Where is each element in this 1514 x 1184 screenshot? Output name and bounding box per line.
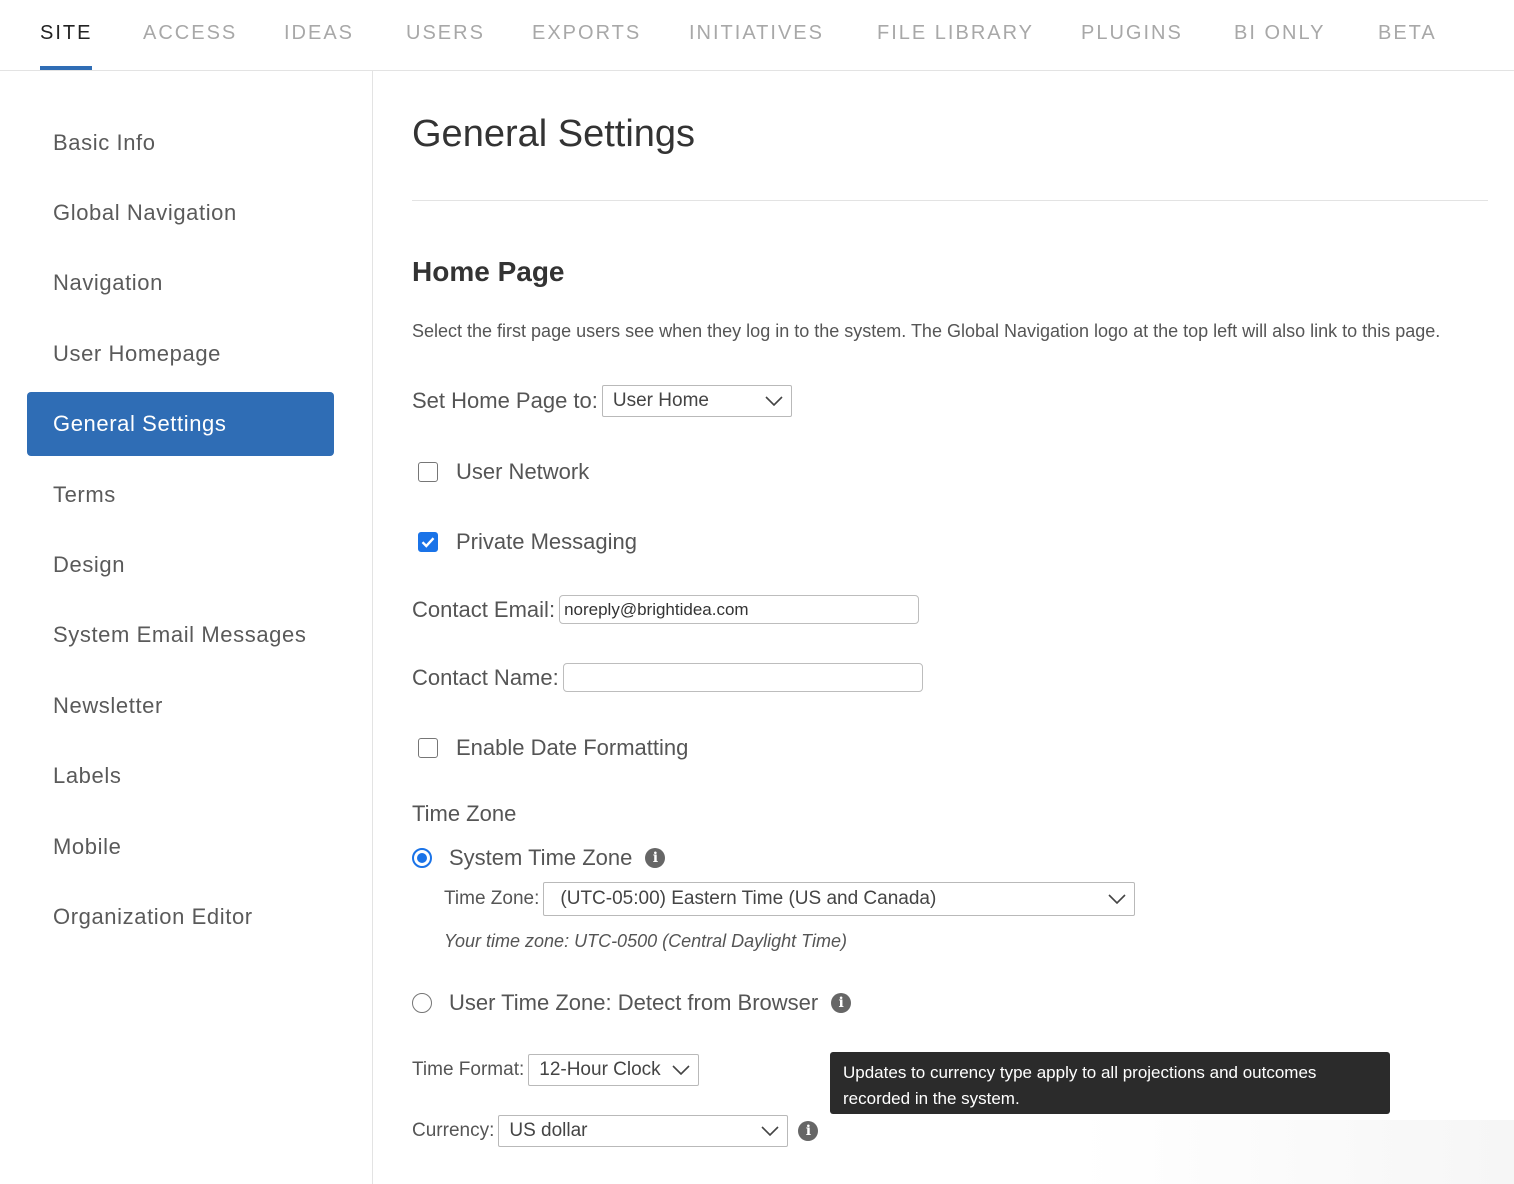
user-time-zone-label: User Time Zone: Detect from Browser <box>449 990 819 1015</box>
tab-beta[interactable]: BETA <box>1378 0 1437 70</box>
system-time-zone-label: System Time Zone <box>449 845 633 870</box>
date-formatting-row: Enable Date Formatting <box>412 735 688 761</box>
info-icon[interactable]: i <box>645 848 666 868</box>
sidebar-item-system-email-messages[interactable]: System Email Messages <box>27 603 334 667</box>
home-page-select[interactable]: User Home <box>601 385 792 417</box>
tab-exports[interactable]: EXPORTS <box>532 0 641 70</box>
your-time-zone-note: Your time zone: UTC-0500 (Central Daylig… <box>444 931 847 951</box>
info-icon[interactable]: i <box>798 1121 819 1141</box>
top-tab-bar: SITE ACCESS IDEAS USERS EXPORTS INITIATI… <box>0 0 1514 71</box>
currency-selected-value: US dollar <box>509 1120 588 1141</box>
chevron-down-icon <box>761 1116 779 1146</box>
sidebar-item-organization-editor[interactable]: Organization Editor <box>27 885 334 949</box>
home-page-description: Select the first page users see when the… <box>412 321 1441 341</box>
time-format-selected-value: 12-Hour Clock <box>539 1059 661 1080</box>
user-time-zone-radio[interactable] <box>412 993 432 1013</box>
private-messaging-checkbox[interactable] <box>418 532 438 552</box>
system-time-zone-radio[interactable] <box>412 848 432 868</box>
tab-access[interactable]: ACCESS <box>143 0 237 70</box>
checkmark-icon <box>421 536 434 548</box>
tab-plugins[interactable]: PLUGINS <box>1081 0 1183 70</box>
title-divider <box>412 200 1488 201</box>
tab-ideas[interactable]: IDEAS <box>284 0 354 70</box>
currency-tooltip: Updates to currency type apply to all pr… <box>830 1052 1390 1114</box>
time-zone-select-label: Time Zone: <box>444 888 540 909</box>
sidebar-item-basic-info[interactable]: Basic Info <box>27 111 334 175</box>
chevron-down-icon <box>1108 883 1126 915</box>
contact-name-label: Contact Name: <box>412 664 559 690</box>
contact-email-row: Contact Email: <box>412 595 920 624</box>
time-zone-selected-value: (UTC-05:00) Eastern Time (US and Canada) <box>560 888 937 909</box>
date-formatting-checkbox[interactable] <box>418 738 438 758</box>
page-title: General Settings <box>412 113 696 155</box>
home-page-label: Set Home Page to: <box>412 388 598 413</box>
tab-file-library[interactable]: FILE LIBRARY <box>877 0 1034 70</box>
contact-name-row: Contact Name: <box>412 663 923 692</box>
tab-site[interactable]: SITE <box>40 0 93 70</box>
sidebar-item-mobile[interactable]: Mobile <box>27 815 334 879</box>
section-title-home-page: Home Page <box>412 256 565 287</box>
tab-users[interactable]: USERS <box>406 0 485 70</box>
user-network-row: User Network <box>412 459 589 485</box>
contact-name-input[interactable] <box>562 663 923 692</box>
contact-email-label: Contact Email: <box>412 596 556 622</box>
home-page-row: Set Home Page to: User Home <box>412 385 792 417</box>
tab-initiatives[interactable]: INITIATIVES <box>689 0 824 70</box>
sidebar-item-global-navigation[interactable]: Global Navigation <box>27 181 334 245</box>
info-icon[interactable]: i <box>831 993 852 1013</box>
user-network-checkbox[interactable] <box>418 462 438 482</box>
currency-select[interactable]: US dollar <box>498 1115 789 1147</box>
sidebar-item-labels[interactable]: Labels <box>27 744 334 808</box>
sidebar-item-terms[interactable]: Terms <box>27 463 334 527</box>
time-zone-select-row: Time Zone: (UTC-05:00) Eastern Time (US … <box>444 882 1136 916</box>
sidebar: Basic Info Global Navigation Navigation … <box>0 71 373 1184</box>
sidebar-item-user-homepage[interactable]: User Homepage <box>27 322 334 386</box>
private-messaging-row: Private Messaging <box>412 529 637 555</box>
time-zone-heading-row: Time Zone <box>412 801 516 827</box>
chevron-down-icon <box>672 1055 690 1085</box>
sidebar-item-newsletter[interactable]: Newsletter <box>27 674 334 738</box>
time-format-select[interactable]: 12-Hour Clock <box>528 1054 700 1086</box>
time-zone-heading: Time Zone <box>412 801 517 826</box>
user-network-label: User Network <box>456 459 590 484</box>
home-page-selected-value: User Home <box>612 390 709 411</box>
system-time-zone-row: System Time Zone i <box>412 845 666 871</box>
time-zone-select[interactable]: (UTC-05:00) Eastern Time (US and Canada) <box>543 882 1136 916</box>
private-messaging-label: Private Messaging <box>456 529 637 554</box>
currency-label: Currency: <box>412 1120 495 1141</box>
sidebar-item-design[interactable]: Design <box>27 533 334 597</box>
chevron-down-icon <box>765 386 783 416</box>
bottom-right-fade <box>1080 1120 1514 1184</box>
time-format-row: Time Format: 12-Hour Clock <box>412 1054 700 1086</box>
date-formatting-label: Enable Date Formatting <box>456 735 689 760</box>
sidebar-item-general-settings[interactable]: General Settings <box>27 392 334 456</box>
sidebar-item-navigation[interactable]: Navigation <box>27 251 334 315</box>
contact-email-input[interactable] <box>559 595 920 624</box>
currency-row: Currency: US dollar i <box>412 1115 819 1147</box>
tab-bi-only[interactable]: BI ONLY <box>1234 0 1325 70</box>
time-format-label: Time Format: <box>412 1059 525 1080</box>
user-time-zone-row: User Time Zone: Detect from Browser i <box>412 990 852 1016</box>
